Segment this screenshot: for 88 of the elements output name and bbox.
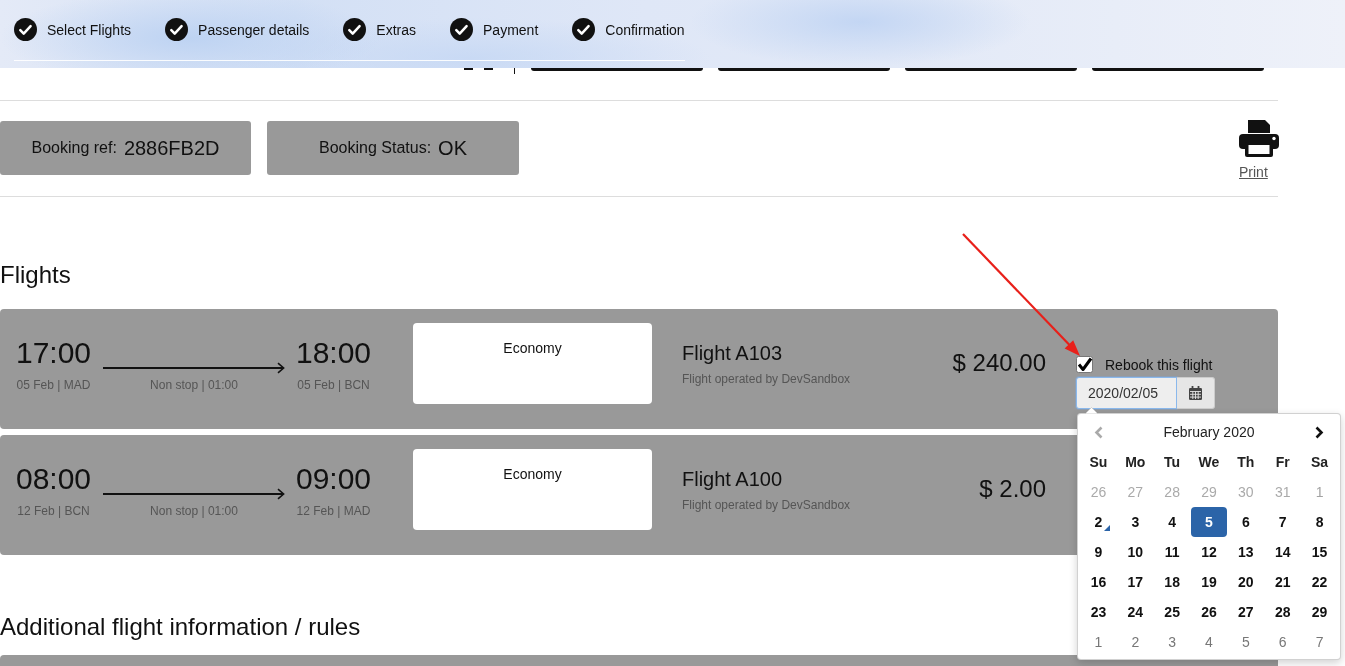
- calendar-day[interactable]: 2: [1116, 627, 1154, 657]
- calendar-day[interactable]: 29: [1301, 597, 1338, 627]
- calendar-day[interactable]: 19: [1190, 567, 1228, 597]
- calendar-day[interactable]: 8: [1301, 507, 1338, 537]
- departure-time: 17:00: [15, 336, 92, 370]
- date-input[interactable]: 2020/02/05: [1076, 377, 1177, 409]
- calendar-day[interactable]: 14: [1264, 537, 1302, 567]
- step-label: Confirmation: [605, 21, 685, 38]
- calendar-day[interactable]: 6: [1264, 627, 1302, 657]
- calendar-day: 30: [1227, 477, 1265, 507]
- calendar-day: 26: [1080, 477, 1117, 507]
- step-label: Select Flights: [47, 21, 132, 38]
- calendar-day[interactable]: 2: [1080, 507, 1117, 537]
- section-heading: Flights: [0, 261, 72, 289]
- route-details: Non stop | 01:00: [150, 378, 238, 392]
- printer-icon[interactable]: [1239, 120, 1279, 157]
- chevron-left-icon: [1093, 425, 1103, 439]
- calendar-day[interactable]: 7: [1301, 627, 1338, 657]
- calendar-day[interactable]: 20: [1227, 567, 1265, 597]
- weekday-label: Fr: [1274, 453, 1291, 472]
- calendar-day[interactable]: 24: [1116, 597, 1154, 627]
- calendar-day[interactable]: 1: [1080, 627, 1117, 657]
- calendar-day: 28: [1153, 477, 1191, 507]
- arrival-details: 12 Feb | MAD: [296, 504, 371, 518]
- departure-details: 12 Feb | BCN: [17, 504, 90, 518]
- arrival-details: 05 Feb | BCN: [297, 378, 370, 392]
- weekday-label: Mo: [1124, 453, 1147, 472]
- calendar-day: 29: [1190, 477, 1228, 507]
- arrival-time: 18:00: [295, 336, 372, 370]
- month-title[interactable]: February 2020: [1116, 417, 1302, 447]
- calendar-day[interactable]: 28: [1264, 597, 1302, 627]
- calendar-day[interactable]: 7: [1264, 507, 1302, 537]
- weekday-label: We: [1197, 453, 1221, 472]
- calendar-day[interactable]: 23: [1080, 597, 1117, 627]
- calendar-icon: [1189, 386, 1202, 400]
- calendar-day[interactable]: 11: [1153, 537, 1191, 567]
- price: $ 240.00: [952, 349, 1046, 377]
- calendar-day[interactable]: 10: [1116, 537, 1154, 567]
- rebook-label: Rebook this flight: [1105, 356, 1213, 373]
- operator-text: Flight operated by DevSandbox: [682, 498, 851, 512]
- booking-ref-value: 2886FB2D: [123, 136, 220, 160]
- calendar-day[interactable]: 15: [1301, 537, 1338, 567]
- calendar-day[interactable]: 21: [1264, 567, 1302, 597]
- departure-details: 05 Feb | MAD: [16, 378, 91, 392]
- booking-ref-label: Booking ref:: [31, 138, 117, 158]
- calendar-day[interactable]: 17: [1116, 567, 1154, 597]
- calendar-button[interactable]: [1177, 377, 1215, 409]
- calendar-day[interactable]: 4: [1190, 627, 1228, 657]
- calendar-day[interactable]: 25: [1153, 597, 1191, 627]
- calendar-day[interactable]: 18: [1153, 567, 1191, 597]
- fare-class-card: Economy: [413, 449, 652, 530]
- rebook-checkbox[interactable]: [1076, 356, 1093, 373]
- calendar-day[interactable]: 26: [1190, 597, 1228, 627]
- calendar-day[interactable]: 16: [1080, 567, 1117, 597]
- step-label: Passenger details: [198, 21, 310, 38]
- calendar-day: 31: [1264, 477, 1302, 507]
- print-link[interactable]: Print: [1239, 164, 1268, 180]
- calendar-day[interactable]: 5: [1190, 507, 1228, 537]
- flight-number: Flight A100: [682, 467, 783, 491]
- chevron-right-icon: [1315, 425, 1325, 439]
- booking-status-label: Booking Status:: [319, 138, 432, 158]
- weekday-label: Sa: [1310, 453, 1330, 472]
- calendar-day[interactable]: 3: [1153, 627, 1191, 657]
- calendar-day[interactable]: 5: [1227, 627, 1265, 657]
- weekday-label: Tu: [1163, 453, 1182, 472]
- step-label: Extras: [376, 21, 417, 38]
- weekday-label: Th: [1236, 453, 1256, 472]
- step-label: Payment: [483, 21, 539, 38]
- fare-class-card: Economy: [413, 323, 652, 404]
- calendar-day: 27: [1116, 477, 1154, 507]
- calendar-day[interactable]: 6: [1227, 507, 1265, 537]
- section-heading: Additional flight information / rules: [0, 613, 362, 641]
- calendar-day[interactable]: 9: [1080, 537, 1117, 567]
- arrival-time: 09:00: [295, 462, 372, 496]
- calendar-day[interactable]: 3: [1116, 507, 1154, 537]
- calendar-day[interactable]: 4: [1153, 507, 1191, 537]
- booking-status-value: OK: [438, 136, 467, 160]
- price: $ 2.00: [979, 475, 1046, 503]
- departure-time: 08:00: [15, 462, 92, 496]
- weekday-label: Su: [1088, 453, 1109, 472]
- calendar-day: 1: [1301, 477, 1338, 507]
- operator-text: Flight operated by DevSandbox: [682, 372, 851, 386]
- calendar-day[interactable]: 27: [1227, 597, 1265, 627]
- flight-number: Flight A103: [682, 341, 783, 365]
- calendar-day[interactable]: 13: [1227, 537, 1265, 567]
- calendar-day[interactable]: 22: [1301, 567, 1338, 597]
- calendar-day[interactable]: 12: [1190, 537, 1228, 567]
- route-details: Non stop | 01:00: [150, 504, 238, 518]
